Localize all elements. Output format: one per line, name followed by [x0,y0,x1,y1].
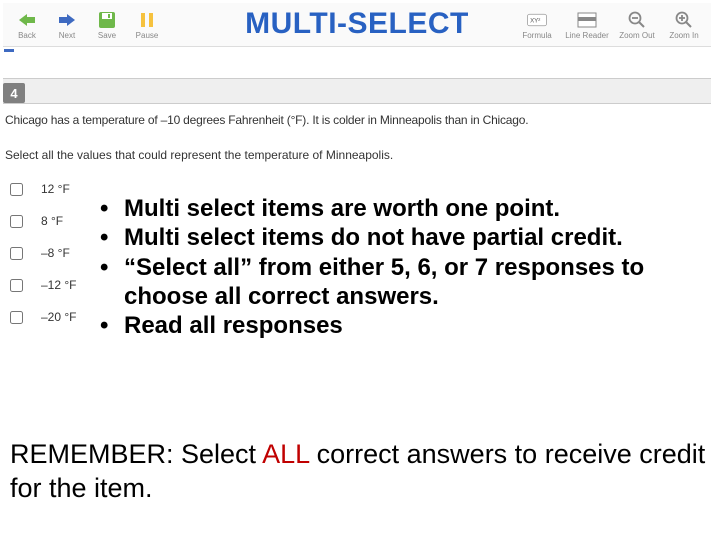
zoom-in-label: Zoom In [669,32,698,40]
formula-button[interactable]: XY² Formula [513,5,561,45]
save-label: Save [98,32,116,40]
choice-row: –8 °F [10,246,76,260]
back-label: Back [18,32,36,40]
choice-checkbox[interactable] [10,279,23,292]
question-instruction: Select all the values that could represe… [5,148,393,162]
remember-line: REMEMBER: Select ALL correct answers to … [10,438,720,506]
choice-label: 12 °F [41,182,70,196]
accent-line [4,49,14,52]
choice-row: 8 °F [10,214,76,228]
save-icon [97,10,117,30]
zoom-out-button[interactable]: Zoom Out [613,5,661,45]
choice-row: 12 °F [10,182,76,196]
choice-label: –8 °F [41,246,70,260]
formula-icon: XY² [527,10,547,30]
app-screenshot-bg [3,3,711,359]
choice-label: –20 °F [41,310,76,324]
save-button[interactable]: Save [87,5,127,45]
next-icon [57,10,77,30]
question-bar [3,78,711,104]
line-reader-button[interactable]: Line Reader [561,5,613,45]
line-reader-icon [577,10,597,30]
pause-label: Pause [136,32,159,40]
formula-label: Formula [522,32,551,40]
question-number: 4 [3,83,25,103]
choice-label: 8 °F [41,214,63,228]
zoom-out-label: Zoom Out [619,32,655,40]
line-reader-label: Line Reader [565,32,609,40]
choice-label: –12 °F [41,278,76,292]
choice-row: –12 °F [10,278,76,292]
choice-row: –20 °F [10,310,76,324]
remember-lead: REMEMBER: Select [10,439,262,469]
zoom-out-icon [627,10,647,30]
next-label: Next [59,32,75,40]
choice-checkbox[interactable] [10,215,23,228]
pause-icon [137,10,157,30]
remember-tail: correct answers to receive credit for th… [10,439,705,503]
choice-checkbox[interactable] [10,247,23,260]
svg-text:XY²: XY² [530,17,540,24]
remember-all: ALL [262,439,309,469]
choice-checkbox[interactable] [10,311,23,324]
zoom-in-button[interactable]: Zoom In [661,5,707,45]
choice-checkbox[interactable] [10,183,23,196]
zoom-in-icon [674,10,694,30]
toolbar: Back Next Save Pause MULTI-SELECT XY² Fo… [3,3,711,47]
pause-button[interactable]: Pause [127,5,167,45]
back-icon [17,10,37,30]
question-stem: Chicago has a temperature of –10 degrees… [5,113,528,127]
next-button[interactable]: Next [47,5,87,45]
back-button[interactable]: Back [7,5,47,45]
choice-list: 12 °F 8 °F –8 °F –12 °F –20 °F [10,182,76,342]
page-title: MULTI-SELECT [245,7,469,41]
